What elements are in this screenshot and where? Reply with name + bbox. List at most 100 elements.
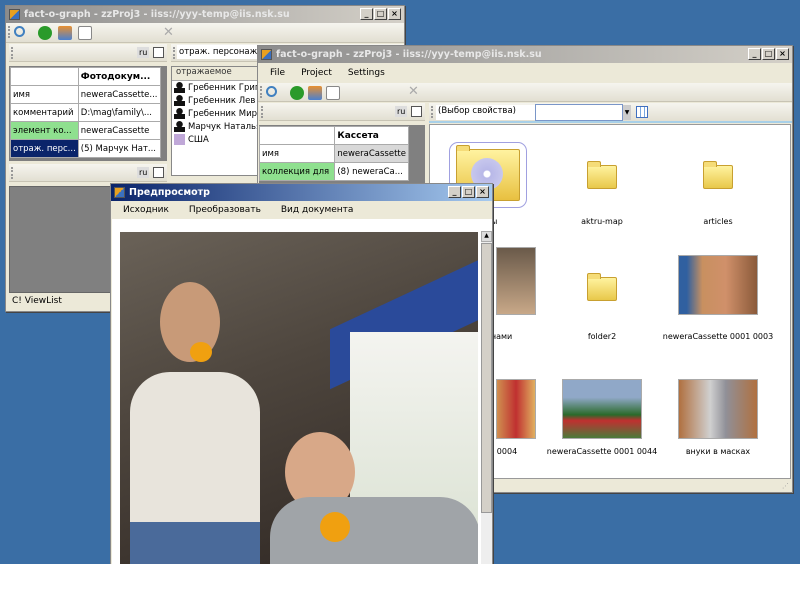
app-icon	[261, 49, 272, 60]
maximize-button[interactable]: □	[762, 48, 775, 60]
photo-thumbnail[interactable]	[678, 255, 758, 315]
menu-bar: Исходник Преобразовать Вид документа	[123, 205, 353, 215]
window-title: fact-o-graph - zzProj3 - iiss://yyy-temp…	[24, 9, 290, 20]
checkbox[interactable]	[411, 106, 422, 117]
preview-photo	[120, 232, 478, 572]
menu-project[interactable]: Project	[301, 68, 332, 78]
table-row[interactable]: элемент ко... neweraCassette	[10, 121, 161, 140]
menu-settings[interactable]: Settings	[348, 68, 385, 78]
scroll-thumb[interactable]	[481, 243, 492, 513]
item-label[interactable]: articles	[658, 217, 778, 226]
grip	[173, 47, 175, 59]
cell[interactable]: (5) Марчук Нат...	[77, 139, 161, 158]
person-icon	[174, 108, 185, 119]
cell: имя	[10, 85, 79, 104]
cell: элемент ко...	[10, 121, 79, 140]
minimize-button[interactable]: _	[748, 48, 761, 60]
preview-window: Предпросмотр _ □ × Исходник Преобразовать …	[110, 183, 493, 584]
list-item-label: США	[188, 134, 209, 145]
item-label[interactable]: neweraCassette 0001 0003	[658, 332, 778, 341]
view-icon[interactable]	[326, 86, 340, 100]
app-icon	[9, 9, 20, 20]
table-row[interactable]: имя neweraCassette	[258, 144, 409, 163]
cell: коллекция для	[258, 162, 336, 181]
photo-thumbnail[interactable]	[678, 379, 758, 439]
language-label[interactable]: ru	[137, 47, 150, 58]
view-icon[interactable]	[78, 26, 92, 40]
minimize-button[interactable]: _	[448, 186, 461, 198]
table-row[interactable]: имя neweraCassette...	[10, 85, 161, 104]
title-bar[interactable]: fact-o-graph - zzProj3 - iiss://yyy-temp…	[258, 46, 792, 63]
item-label[interactable]: neweraCassette 0001 0044	[542, 447, 662, 456]
view-mode-icon[interactable]	[636, 106, 648, 118]
person-icon	[174, 121, 185, 132]
table-row[interactable]: отраж. перс... (5) Марчук Нат...	[10, 139, 161, 158]
properties-table: Кассета имя neweraCassette коллекция для(…	[258, 126, 409, 181]
item-label[interactable]: aktru-map	[542, 217, 662, 226]
folder-icon[interactable]	[703, 161, 733, 189]
header-cell	[10, 67, 79, 86]
list-item-label: Марчук Наталья	[188, 121, 262, 132]
close-icon[interactable]: ✕	[163, 25, 174, 40]
cell[interactable]: D:\mag\family\...	[77, 103, 161, 122]
maximize-button[interactable]: □	[374, 8, 387, 20]
language-label[interactable]: ru	[137, 167, 150, 178]
menu-source[interactable]: Исходник	[123, 205, 169, 215]
search-icon[interactable]	[266, 86, 277, 97]
table-row[interactable]: комментарий D:\mag\family\...	[10, 103, 161, 122]
cell: отраж. перс...	[10, 139, 79, 158]
filter-input[interactable]: отраж. персонаж	[177, 45, 267, 59]
checkbox[interactable]	[153, 47, 164, 58]
app-icon	[114, 187, 125, 198]
menu-transform[interactable]: Преобразовать	[189, 205, 261, 215]
folder-icon[interactable]	[587, 161, 617, 189]
item-label[interactable]: folder2	[542, 332, 662, 341]
property-combo[interactable]: (Выбор свойства)	[436, 105, 536, 120]
menu-file[interactable]: File	[270, 68, 285, 78]
scroll-up-icon[interactable]: ▲	[481, 231, 492, 242]
table-row[interactable]: коллекция для (8) neweraCa...	[258, 162, 409, 181]
country-icon	[174, 134, 185, 145]
photo-thumbnail[interactable]	[496, 379, 536, 439]
menu-document-view[interactable]: Вид документа	[281, 205, 354, 215]
cell[interactable]: neweraCassette	[334, 144, 409, 163]
grip	[11, 167, 13, 179]
title-bar[interactable]: fact-o-graph - zzProj3 - iiss://yyy-temp…	[6, 6, 404, 23]
bottom-area	[0, 564, 800, 600]
search-icon[interactable]	[14, 26, 25, 37]
close-button[interactable]: ×	[776, 48, 789, 60]
checkbox[interactable]	[153, 167, 164, 178]
person-icon	[174, 95, 185, 106]
cell[interactable]: neweraCassette	[77, 121, 161, 140]
photo-thumbnail[interactable]	[496, 247, 536, 315]
back-icon[interactable]	[290, 86, 304, 100]
cell: имя	[258, 144, 336, 163]
list-item-label: Гребенник Мир	[188, 108, 258, 119]
folder-icon[interactable]	[587, 273, 617, 301]
title-bar[interactable]: Предпросмотр _ □ ×	[111, 184, 492, 201]
cell[interactable]: (8) neweraCa...	[334, 162, 409, 181]
home-icon[interactable]	[58, 26, 72, 40]
preview-area: ▲	[112, 219, 492, 584]
item-label[interactable]: внуки в масках	[658, 447, 778, 456]
toolbar: ✕	[6, 23, 404, 43]
language-label[interactable]: ru	[395, 106, 408, 117]
value-combo[interactable]	[535, 104, 623, 121]
window-title: Предпросмотр	[129, 187, 210, 198]
back-icon[interactable]	[38, 26, 52, 40]
cell[interactable]: neweraCassette...	[77, 85, 161, 104]
cell: комментарий	[10, 103, 79, 122]
person-icon	[174, 82, 185, 93]
status-bar: C! ViewList	[12, 296, 62, 306]
toolbar: ✕	[258, 83, 792, 102]
photo-thumbnail[interactable]	[562, 379, 642, 439]
maximize-button[interactable]: □	[462, 186, 475, 198]
vertical-scrollbar[interactable]: ▲	[481, 231, 492, 584]
minimize-button[interactable]: _	[360, 8, 373, 20]
close-button[interactable]: ×	[476, 186, 489, 198]
close-icon[interactable]: ✕	[408, 84, 419, 99]
home-icon[interactable]	[308, 86, 322, 100]
close-button[interactable]: ×	[388, 8, 401, 20]
resize-grip-icon[interactable]: ⋰	[782, 482, 789, 490]
dropdown-arrow-icon[interactable]: ▼	[623, 105, 631, 120]
